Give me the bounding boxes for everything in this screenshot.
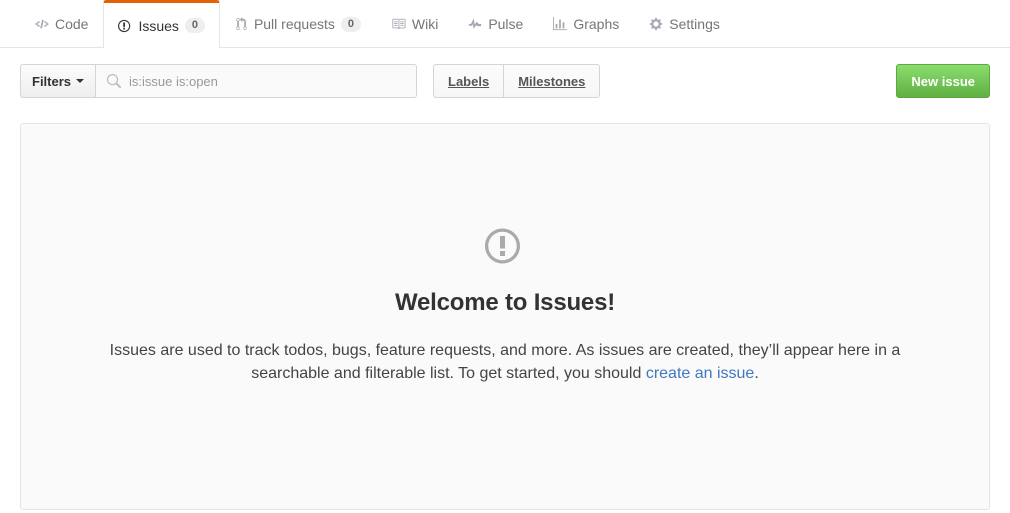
issue-opened-icon	[118, 19, 132, 33]
labels-button[interactable]: Labels	[433, 64, 505, 98]
pulse-icon	[468, 17, 482, 31]
blankslate-text-part1: Issues are used to track todos, bugs, fe…	[109, 342, 901, 383]
tab-pulse[interactable]: Pulse	[453, 0, 538, 47]
tab-code[interactable]: Code	[20, 0, 103, 47]
search-icon	[106, 73, 122, 89]
labels-milestones-group: Labels Milestones	[433, 64, 601, 98]
tab-graphs[interactable]: Graphs	[538, 0, 634, 47]
filters-button[interactable]: Filters	[20, 64, 96, 98]
blankslate-description: Issues are used to track todos, bugs, fe…	[105, 339, 905, 385]
tab-label: Code	[55, 16, 89, 32]
tab-label: Pulse	[488, 16, 524, 32]
tab-label: Graphs	[573, 16, 620, 32]
new-issue-button[interactable]: New issue	[896, 64, 990, 98]
chevron-down-icon	[76, 79, 85, 83]
filters-search-group: Filters	[20, 64, 418, 98]
git-pull-request-icon	[235, 17, 248, 31]
graph-icon	[553, 17, 568, 31]
issues-subnav: Filters Labels Milestones New issue	[0, 48, 1010, 110]
tab-pull-requests[interactable]: Pull requests 0	[220, 0, 376, 47]
tab-label: Wiki	[411, 16, 439, 32]
tab-label: Pull requests	[253, 16, 335, 32]
tab-settings[interactable]: Settings	[634, 0, 735, 47]
issue-opened-icon	[21, 226, 989, 271]
book-icon	[391, 17, 406, 31]
tab-issues[interactable]: Issues 0	[103, 0, 220, 48]
search-input[interactable]	[129, 73, 407, 89]
tab-label: Settings	[669, 16, 720, 32]
issues-blankslate: Welcome to Issues! Issues are used to tr…	[20, 123, 990, 510]
blankslate-text-part2: .	[754, 365, 759, 383]
gear-icon	[649, 17, 663, 31]
pull-requests-counter: 0	[340, 16, 361, 32]
search-field-wrapper[interactable]	[95, 64, 418, 98]
code-icon	[35, 17, 49, 31]
issues-counter: 0	[184, 18, 205, 33]
blankslate-heading: Welcome to Issues!	[394, 289, 616, 316]
labels-button-label: Labels	[448, 73, 490, 89]
milestones-button[interactable]: Milestones	[504, 64, 601, 98]
tab-wiki[interactable]: Wiki	[376, 0, 453, 47]
repo-navigation: Code Issues 0 Pull requests 0 Wiki Pulse…	[0, 0, 1010, 48]
tab-label: Issues	[138, 17, 179, 34]
new-issue-button-label: New issue	[911, 73, 975, 89]
milestones-button-label: Milestones	[518, 73, 586, 89]
create-an-issue-link[interactable]: create an issue	[646, 365, 755, 382]
filters-button-label: Filters	[32, 73, 72, 89]
